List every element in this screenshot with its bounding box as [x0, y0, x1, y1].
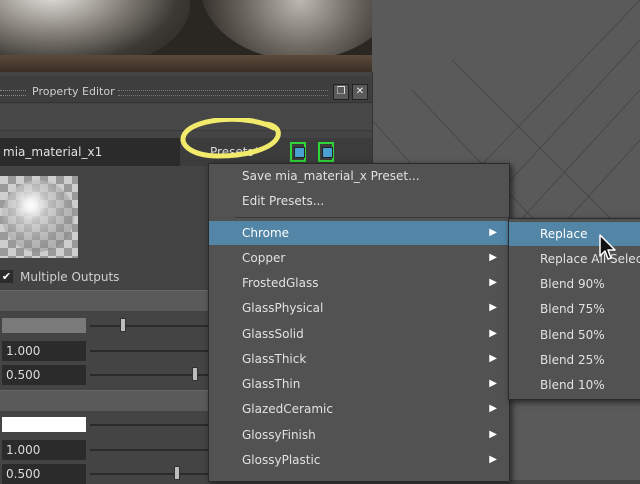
- close-icon[interactable]: ✕: [352, 84, 368, 100]
- toolbar-icon-2[interactable]: [318, 142, 334, 162]
- slider-track-1[interactable]: [90, 325, 208, 327]
- panel-drag-handle[interactable]: [118, 90, 328, 96]
- menu-item-edit-presets[interactable]: Edit Presets...: [209, 189, 509, 213]
- submenu-item-blend-25[interactable]: Blend 25%: [509, 348, 640, 372]
- slider-track-6[interactable]: [90, 473, 208, 475]
- submenu-item-blend-50[interactable]: Blend 50%: [509, 323, 640, 347]
- slider-track-5[interactable]: [90, 449, 208, 451]
- submenu-arrow-icon: ▶: [489, 454, 497, 465]
- submenu-arrow-icon: ▶: [489, 328, 497, 339]
- material-name-field[interactable]: mia_material_x1: [0, 138, 180, 166]
- submenu-arrow-icon: ▶: [489, 403, 497, 414]
- panel-title: Property Editor: [32, 85, 115, 98]
- slider-knob-3[interactable]: [192, 367, 198, 381]
- menu-item-frostedglass[interactable]: FrostedGlass ▶: [209, 271, 509, 295]
- panel-grip[interactable]: [0, 90, 26, 96]
- float-window-icon[interactable]: ❐: [333, 84, 349, 100]
- menu-item-chrome[interactable]: Chrome ▶: [209, 221, 509, 245]
- attribute-section-header-2[interactable]: [0, 390, 208, 411]
- menu-item-glazedceramic[interactable]: GlazedCeramic ▶: [209, 397, 509, 421]
- presets-menu: Save mia_material_x Preset... Edit Prese…: [208, 163, 510, 482]
- slider-track-2[interactable]: [90, 350, 208, 352]
- value-field-2[interactable]: 0.500: [2, 365, 86, 385]
- submenu-item-blend-75[interactable]: Blend 75%: [509, 297, 640, 321]
- mouse-cursor-icon: [599, 234, 616, 260]
- slider-track-4[interactable]: [90, 424, 208, 426]
- submenu-arrow-icon: ▶: [489, 429, 497, 440]
- submenu-arrow-icon: ▶: [489, 302, 497, 313]
- submenu-item-replace-all-selected[interactable]: Replace All Selected: [509, 247, 640, 271]
- menu-item-copper[interactable]: Copper ▶: [209, 246, 509, 270]
- menu-item-glassthick[interactable]: GlassThick ▶: [209, 347, 509, 371]
- menu-item-glasssolid[interactable]: GlassSolid ▶: [209, 322, 509, 346]
- render-preview: [0, 0, 372, 72]
- submenu-arrow-icon: ▶: [489, 353, 497, 364]
- panel-header: Property Editor ❐ ✕: [0, 76, 372, 103]
- submenu-item-blend-90[interactable]: Blend 90%: [509, 272, 640, 296]
- attribute-section-header[interactable]: [0, 290, 208, 311]
- value-field-3[interactable]: 1.000: [2, 440, 86, 460]
- submenu-arrow-icon: ▶: [489, 277, 497, 288]
- menu-item-glassthin[interactable]: GlassThin ▶: [209, 372, 509, 396]
- multiple-outputs-label: Multiple Outputs: [20, 270, 120, 284]
- menu-item-glassphysical[interactable]: GlassPhysical ▶: [209, 296, 509, 320]
- slider-knob-1[interactable]: [120, 318, 126, 332]
- checkbox-icon[interactable]: ✔: [0, 270, 13, 283]
- blend-submenu: Replace Replace All Selected Blend 90% B…: [508, 218, 640, 400]
- color-slot-2[interactable]: [2, 417, 86, 432]
- submenu-item-blend-10[interactable]: Blend 10%: [509, 373, 640, 397]
- slider-track-3[interactable]: [90, 374, 208, 376]
- submenu-arrow-icon: ▶: [489, 378, 497, 389]
- slider-knob-6[interactable]: [174, 466, 180, 480]
- menu-item-glossyfinish[interactable]: GlossyFinish ▶: [209, 423, 509, 447]
- menu-separator: [235, 217, 509, 218]
- menu-item-save-preset[interactable]: Save mia_material_x Preset...: [209, 164, 509, 188]
- submenu-arrow-icon: ▶: [489, 252, 497, 263]
- value-field-4[interactable]: 0.500: [2, 464, 86, 484]
- submenu-item-replace[interactable]: Replace: [509, 222, 640, 246]
- color-slot-1[interactable]: [2, 318, 86, 333]
- value-field-1[interactable]: 1.000: [2, 341, 86, 361]
- menu-item-glossyplastic[interactable]: GlossyPlastic ▶: [209, 448, 509, 472]
- material-swatch-icon[interactable]: [0, 176, 78, 258]
- toolbar-icon-1[interactable]: [290, 142, 306, 162]
- submenu-arrow-icon: ▶: [489, 227, 497, 238]
